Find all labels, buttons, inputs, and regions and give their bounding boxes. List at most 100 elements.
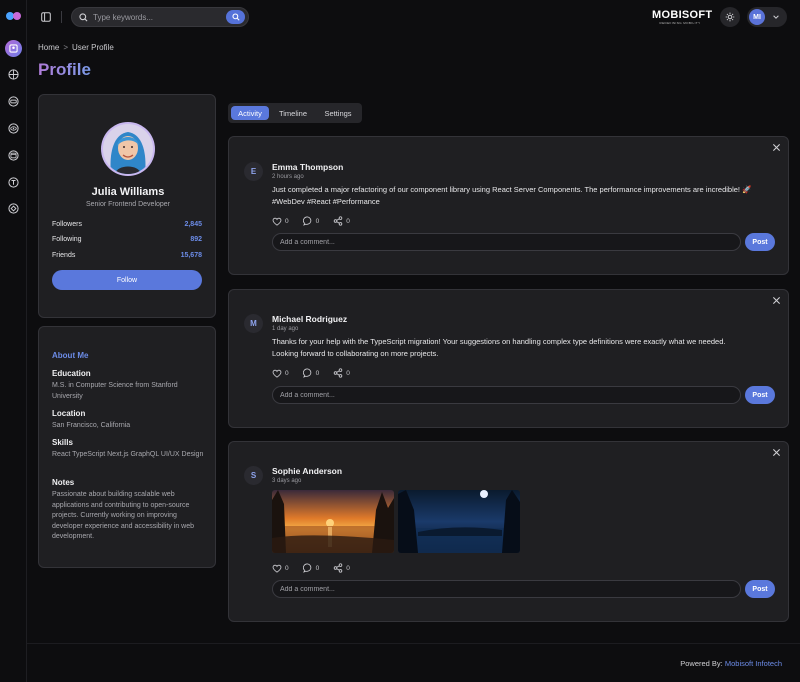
icon-rail xyxy=(0,0,27,682)
skills-text: React TypeScript Next.js GraphQL UI/UX D… xyxy=(52,451,204,458)
post-card: S Sophie Anderson 3 days ago 0 0 0 Add a… xyxy=(228,441,789,622)
comment-input[interactable] xyxy=(272,580,741,598)
profile-name: Julia Williams xyxy=(91,186,165,198)
comment-icon xyxy=(302,216,311,226)
stat-label: Followers xyxy=(52,221,82,228)
stat-friends[interactable]: Friends 15,678 xyxy=(52,252,202,259)
notes-text: Passionate about building scalable web a… xyxy=(52,491,195,540)
text-nav-icon[interactable] xyxy=(5,174,22,191)
post-avatar: E xyxy=(244,162,263,181)
grid-nav-icon[interactable] xyxy=(5,66,22,83)
post-comment-button[interactable]: Post xyxy=(745,386,775,404)
chevron-down-icon xyxy=(773,15,779,19)
footer-divider xyxy=(27,643,800,644)
search-icon xyxy=(231,13,240,21)
card-nav-icon[interactable] xyxy=(5,93,22,110)
stat-value: 892 xyxy=(190,236,202,243)
comment-icon xyxy=(302,368,311,378)
tab-bar: Activity Timeline Settings xyxy=(228,103,362,123)
post-actions: 0 0 0 xyxy=(272,216,350,226)
close-icon[interactable] xyxy=(772,143,781,152)
post-image-sunset[interactable] xyxy=(272,490,394,553)
brand-logo[interactable]: MOBISOFT REDEFINING MOBILITY xyxy=(652,9,712,27)
search-input[interactable] xyxy=(93,12,226,22)
post-author[interactable]: Emma Thompson xyxy=(272,162,343,172)
share-icon xyxy=(333,563,343,573)
sidebar-toggle-icon[interactable] xyxy=(37,8,54,25)
share-icon xyxy=(333,216,343,226)
skills-heading: Skills xyxy=(52,438,73,447)
user-menu-button[interactable]: MI xyxy=(747,7,787,27)
share-icon xyxy=(333,368,343,378)
share-count: 0 xyxy=(346,564,350,572)
stat-value: 2,845 xyxy=(184,221,202,228)
app-logo-icon[interactable] xyxy=(6,12,21,20)
comment-input[interactable] xyxy=(272,386,741,404)
location-text: San Francisco, California xyxy=(52,422,131,429)
stat-label: Friends xyxy=(52,252,76,259)
location-heading: Location xyxy=(52,409,86,418)
post-text: Thanks for your help with the TypeScript… xyxy=(272,337,726,358)
post-time: 1 day ago xyxy=(272,326,299,332)
tab-activity[interactable]: Activity xyxy=(231,106,269,120)
comment-input[interactable] xyxy=(272,233,741,251)
footer-company-link[interactable]: Mobisoft Infotech xyxy=(725,659,782,668)
profile-nav-icon[interactable] xyxy=(5,40,22,57)
close-icon[interactable] xyxy=(772,448,781,457)
like-button[interactable]: 0 xyxy=(272,216,289,226)
post-avatar: M xyxy=(244,314,263,333)
heart-icon xyxy=(272,217,282,226)
comment-icon xyxy=(302,563,311,573)
theme-toggle-button[interactable] xyxy=(720,7,740,27)
post-text: Just completed a major refactoring of ou… xyxy=(272,185,752,206)
like-count: 0 xyxy=(285,369,289,377)
profile-photo xyxy=(103,124,153,174)
breadcrumb-home[interactable]: Home xyxy=(38,43,59,52)
like-button[interactable]: 0 xyxy=(272,368,289,378)
post-card: E Emma Thompson 2 hours ago Just complet… xyxy=(228,136,789,275)
footer: Powered By: Mobisoft Infotech xyxy=(680,659,782,668)
search-button[interactable] xyxy=(226,10,245,24)
comment-count: 0 xyxy=(315,369,320,377)
profile-avatar xyxy=(101,122,155,176)
eye-nav-icon[interactable] xyxy=(5,120,22,137)
like-count: 0 xyxy=(285,217,289,225)
follow-button[interactable]: Follow xyxy=(52,270,202,290)
tab-settings[interactable]: Settings xyxy=(317,106,359,120)
post-comment-button[interactable]: Post xyxy=(745,233,775,251)
profile-role: Senior Frontend Developer xyxy=(85,201,171,208)
post-card: M Michael Rodriguez 1 day ago Thanks for… xyxy=(228,289,789,428)
education-text: M.S. in Computer Science from Stanford U… xyxy=(52,382,178,400)
about-card: About Me Education M.S. in Computer Scie… xyxy=(38,326,216,568)
post-author[interactable]: Sophie Anderson xyxy=(272,466,342,476)
stat-following[interactable]: Following 892 xyxy=(52,236,202,243)
post-time: 2 hours ago xyxy=(272,174,304,180)
component-nav-icon[interactable] xyxy=(5,200,22,217)
heart-icon xyxy=(272,369,282,378)
share-button[interactable]: 0 xyxy=(333,368,350,378)
calendar-nav-icon[interactable] xyxy=(5,147,22,164)
post-actions: 0 0 0 xyxy=(272,563,350,573)
post-avatar: S xyxy=(244,466,263,485)
comment-button[interactable]: 0 xyxy=(302,216,320,226)
profile-card: Julia Williams Senior Frontend Developer… xyxy=(38,94,216,318)
post-comment-button[interactable]: Post xyxy=(745,580,775,598)
brand-tagline: REDEFINING MOBILITY xyxy=(659,21,701,25)
close-icon[interactable] xyxy=(772,296,781,305)
post-time: 3 days ago xyxy=(272,478,302,484)
share-count: 0 xyxy=(346,369,350,377)
post-image-moonlake[interactable] xyxy=(398,490,520,553)
comment-count: 0 xyxy=(315,217,320,225)
comment-count: 0 xyxy=(315,564,320,572)
heart-icon xyxy=(272,564,282,573)
share-count: 0 xyxy=(346,217,350,225)
comment-button[interactable]: 0 xyxy=(302,368,320,378)
share-button[interactable]: 0 xyxy=(333,563,350,573)
stat-followers[interactable]: Followers 2,845 xyxy=(52,221,202,228)
like-button[interactable]: 0 xyxy=(272,563,289,573)
sun-icon xyxy=(725,12,735,22)
share-button[interactable]: 0 xyxy=(333,216,350,226)
comment-button[interactable]: 0 xyxy=(302,563,320,573)
post-author[interactable]: Michael Rodriguez xyxy=(272,314,347,324)
tab-timeline[interactable]: Timeline xyxy=(272,106,314,120)
